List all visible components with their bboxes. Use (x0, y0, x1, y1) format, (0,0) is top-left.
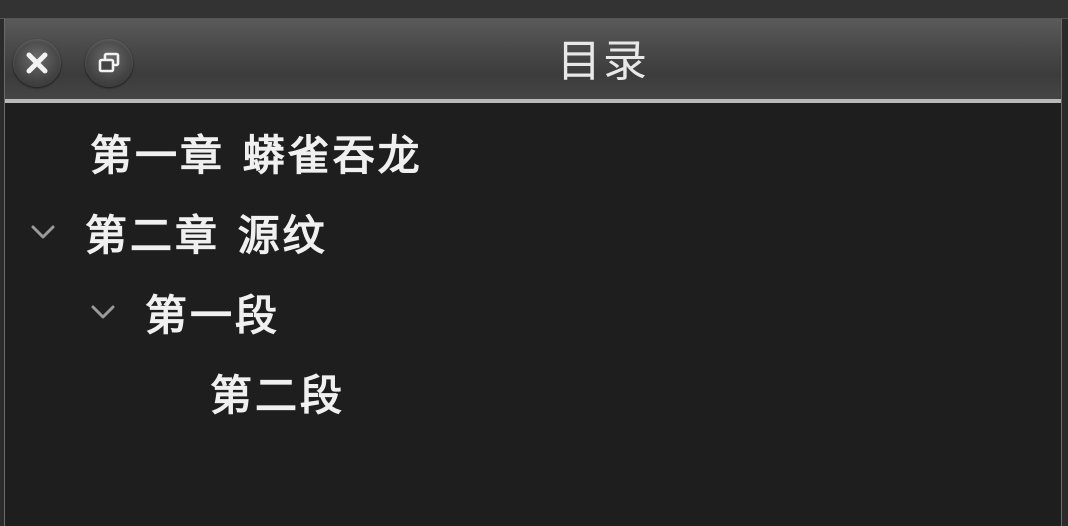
tree-item[interactable]: 第二章 源纹 (23, 193, 328, 271)
tree-item[interactable]: 第一段 (83, 273, 280, 351)
tree-item-label: 第二段 (210, 370, 346, 420)
tree-item-label: 第一章 蟒雀吞龙 (90, 130, 423, 180)
tree-item-label: 第一段 (145, 290, 281, 340)
chevron-down-icon[interactable] (83, 292, 123, 332)
tree-item[interactable]: 第一章 蟒雀吞龙 (28, 113, 423, 191)
top-edge-strip (0, 0, 1068, 19)
tree-item[interactable]: 第二段 (148, 353, 345, 431)
chevron-down-icon[interactable] (23, 212, 63, 252)
panel-titlebar: 目录 (5, 19, 1061, 103)
panel-title: 目录 (557, 36, 649, 87)
toc-panel: 目录 第一章 蟒雀吞龙 第二章 源纹 第一段 第二段 (4, 19, 1062, 526)
tree-item-label: 第二章 源纹 (85, 210, 328, 260)
